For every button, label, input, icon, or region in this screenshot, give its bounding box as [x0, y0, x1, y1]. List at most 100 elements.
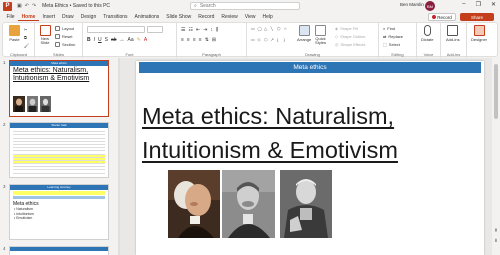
- section-button[interactable]: Section: [55, 42, 75, 47]
- next-slide-icon[interactable]: ⇟: [493, 238, 499, 244]
- layout-icon: [55, 26, 60, 31]
- align-right-icon[interactable]: ≡: [193, 37, 196, 43]
- redo-icon[interactable]: ↷: [32, 3, 36, 9]
- share-button[interactable]: Share: [460, 13, 494, 21]
- shadow-icon[interactable]: S: [105, 37, 108, 43]
- find-label: Find: [387, 26, 396, 31]
- slide-thumbnail-panel[interactable]: 1 Meta ethics Meta ethics: Naturalism, I…: [0, 58, 118, 255]
- arrange-button[interactable]: Arrange: [297, 25, 311, 42]
- arrange-icon: [298, 25, 310, 36]
- record-button[interactable]: Record: [428, 13, 456, 21]
- clipboard-label: Clipboard: [9, 52, 28, 57]
- addins-button[interactable]: Add-ins: [446, 25, 460, 42]
- clipboard-group: Paste ✂ ⧉ 🖌 Clipboard: [3, 23, 35, 58]
- ribbon: Paste ✂ ⧉ 🖌 Clipboard New Slide Layout R…: [2, 22, 498, 58]
- new-slide-button[interactable]: New Slide: [38, 25, 52, 45]
- tab-transitions[interactable]: Transitions: [100, 14, 131, 20]
- previous-slide-icon[interactable]: ⇞: [493, 228, 499, 234]
- tab-slide-show[interactable]: Slide Show: [163, 14, 195, 20]
- tab-record[interactable]: Record: [195, 14, 218, 20]
- spacing-icon[interactable]: ↔: [120, 37, 125, 43]
- font-family-select[interactable]: [87, 26, 145, 33]
- user-name[interactable]: Ben Marslin: [400, 2, 424, 7]
- minimize-button[interactable]: –: [462, 1, 465, 8]
- thumbnail-portrait-1: [13, 96, 25, 112]
- close-button[interactable]: ✕: [491, 1, 496, 8]
- search-box[interactable]: ⌕ Search: [190, 2, 300, 10]
- italic-icon[interactable]: I: [94, 37, 95, 43]
- designer-button[interactable]: Designer: [471, 25, 487, 42]
- slide-thumbnail-4[interactable]: [9, 246, 109, 255]
- change-case-icon[interactable]: Aa: [128, 37, 134, 43]
- justify-icon[interactable]: ≡: [199, 37, 202, 43]
- layout-button[interactable]: Layout: [55, 26, 74, 31]
- reset-button[interactable]: Reset: [55, 34, 72, 39]
- cut-icon[interactable]: ✂: [24, 27, 27, 32]
- shape-effects-button[interactable]: ◎ Shape Effects: [335, 42, 365, 47]
- scrollbar-thumb[interactable]: [494, 64, 498, 119]
- slide-thumbnail-1[interactable]: Meta ethics Meta ethics: Naturalism, Int…: [9, 60, 109, 117]
- tab-view[interactable]: View: [241, 14, 259, 20]
- record-icon: [432, 15, 437, 19]
- tab-insert[interactable]: Insert: [39, 14, 59, 20]
- slide-thumbnail-2[interactable]: Starter task: [9, 122, 109, 178]
- underline-icon[interactable]: U: [98, 37, 102, 43]
- font-color-icon[interactable]: A: [144, 37, 147, 43]
- new-slide-icon: [39, 25, 51, 36]
- save-icon[interactable]: ▣: [17, 3, 22, 9]
- replace-button[interactable]: ⇄ Replace: [383, 34, 403, 39]
- slides-label: Slides: [53, 52, 64, 57]
- text-direction-icon[interactable]: ⇅: [205, 37, 209, 43]
- increase-indent-icon[interactable]: ⇥: [203, 27, 207, 33]
- editing-label: Editing: [391, 52, 404, 57]
- slide-banner[interactable]: Meta ethics: [139, 62, 481, 73]
- paste-label: Paste: [9, 37, 20, 42]
- avatar[interactable]: BM: [425, 1, 435, 11]
- thumbnail-bullets: • Naturalism • Intuitionism • Emotivism: [14, 207, 34, 220]
- shape-fill-button[interactable]: ◈ Shape Fill: [335, 26, 358, 31]
- portrait-photo-3[interactable]: [280, 170, 332, 238]
- align-center-icon[interactable]: ≡: [187, 37, 190, 43]
- portrait-photo-1[interactable]: [168, 170, 220, 238]
- format-painter-icon[interactable]: 🖌: [24, 43, 29, 48]
- slide-title[interactable]: Meta ethics: Naturalism, Intuitionism & …: [142, 99, 480, 167]
- strikethrough-icon[interactable]: ab: [111, 37, 117, 43]
- tab-review[interactable]: Review: [218, 14, 241, 20]
- portrait-photo-2[interactable]: [222, 170, 275, 238]
- highlight-icon[interactable]: ✎: [137, 37, 141, 43]
- tab-file[interactable]: File: [3, 14, 18, 20]
- font-size-select[interactable]: [147, 26, 163, 33]
- current-slide[interactable]: Meta ethics Meta ethics: Naturalism, Int…: [136, 61, 484, 255]
- thumbnail-number: 3: [3, 184, 6, 189]
- tab-draw[interactable]: Draw: [58, 14, 77, 20]
- decrease-indent-icon[interactable]: ⇤: [196, 27, 200, 33]
- select-button[interactable]: ⬚ Select: [383, 42, 400, 47]
- shape-outline-button[interactable]: ◇ Shape Outline: [335, 34, 365, 39]
- undo-icon[interactable]: ↶: [25, 3, 29, 9]
- numbering-icon[interactable]: ☷: [188, 27, 192, 33]
- slide-thumbnail-3[interactable]: Learning Journey Meta ethics • Naturalis…: [9, 184, 109, 240]
- restore-button[interactable]: ❐: [476, 1, 481, 8]
- replace-icon: ⇄: [383, 34, 387, 39]
- bold-icon[interactable]: B: [87, 37, 91, 43]
- slide-editing-area[interactable]: Meta ethics Meta ethics: Naturalism, Int…: [120, 58, 492, 255]
- tab-help[interactable]: Help: [259, 14, 276, 20]
- find-button[interactable]: ⌕ Find: [383, 26, 395, 31]
- tab-design[interactable]: Design: [77, 14, 100, 20]
- title-bar: P ▣ ↶ ↷ Meta Ethics • Saved to this PC ⌕…: [0, 0, 500, 12]
- designer-group: Designer: [467, 23, 497, 58]
- copy-icon[interactable]: ⧉: [24, 35, 27, 40]
- shapes-gallery[interactable]: ▭ ◯ △ ╲ ⬠ ☆ ▭ ◇ ⬡ ↗{}: [251, 26, 291, 46]
- align-left-icon[interactable]: ≡: [181, 37, 184, 43]
- columns-icon[interactable]: ⫼: [216, 27, 218, 33]
- smartart-icon[interactable]: ⊞: [212, 37, 216, 43]
- dictate-button[interactable]: Dictate: [421, 25, 433, 42]
- paste-button[interactable]: Paste: [9, 25, 20, 42]
- tab-animations[interactable]: Animations: [131, 14, 163, 20]
- quick-styles-button[interactable]: Quick Styles: [315, 25, 326, 45]
- tab-home[interactable]: Home: [18, 14, 39, 21]
- vertical-scrollbar[interactable]: ⇞ ⇟: [492, 58, 500, 255]
- bullets-icon[interactable]: ☰: [181, 27, 185, 33]
- line-spacing-icon[interactable]: ↕: [210, 27, 213, 33]
- dictate-label: Dictate: [421, 37, 434, 42]
